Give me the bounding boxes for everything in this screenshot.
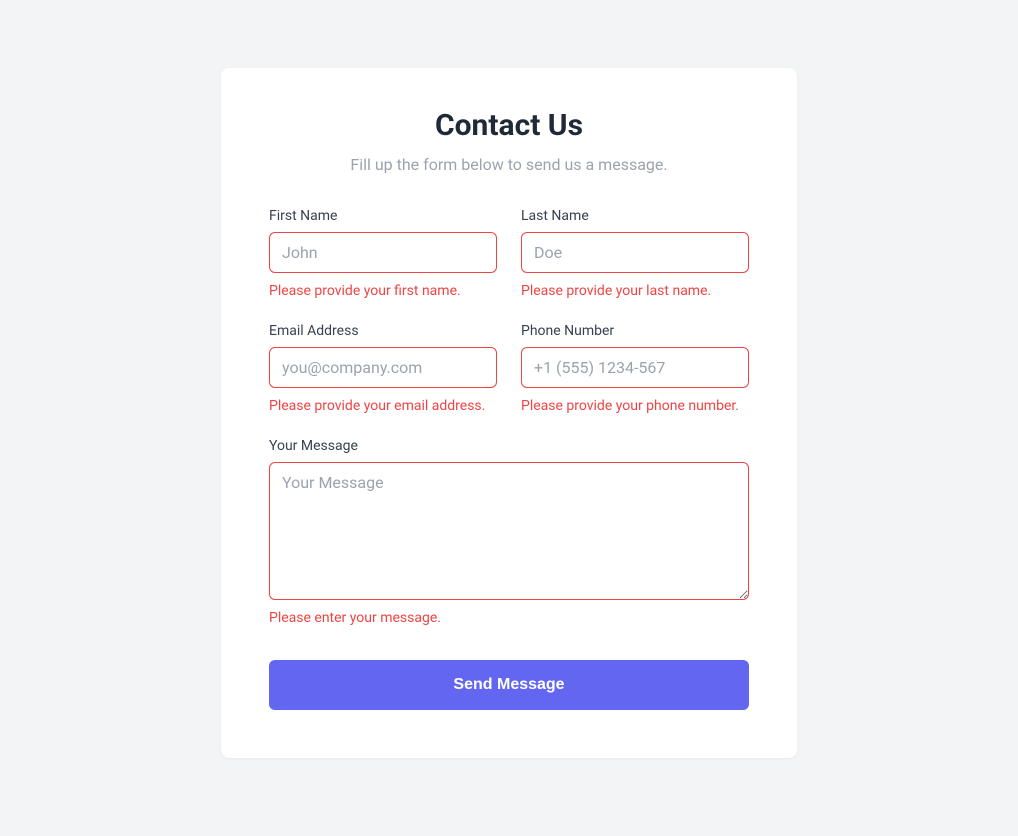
phone-input[interactable] — [521, 347, 749, 388]
email-field-group: Email Address Please provide your email … — [269, 323, 497, 414]
message-textarea[interactable] — [269, 462, 749, 600]
send-message-button[interactable]: Send Message — [269, 660, 749, 710]
last-name-error: Please provide your last name. — [521, 283, 749, 299]
page-subtitle: Fill up the form below to send us a mess… — [269, 155, 749, 174]
name-row: First Name Please provide your first nam… — [269, 208, 749, 323]
phone-field-group: Phone Number Please provide your phone n… — [521, 323, 749, 414]
message-field-group: Your Message Please enter your message. — [269, 438, 749, 626]
last-name-field-group: Last Name Please provide your last name. — [521, 208, 749, 299]
page-title: Contact Us — [269, 108, 749, 143]
last-name-input[interactable] — [521, 232, 749, 273]
first-name-error: Please provide your first name. — [269, 283, 497, 299]
last-name-label: Last Name — [521, 208, 749, 224]
first-name-label: First Name — [269, 208, 497, 224]
first-name-field-group: First Name Please provide your first nam… — [269, 208, 497, 299]
message-label: Your Message — [269, 438, 749, 454]
phone-error: Please provide your phone number. — [521, 398, 749, 414]
contact-row: Email Address Please provide your email … — [269, 323, 749, 438]
email-label: Email Address — [269, 323, 497, 339]
contact-card: Contact Us Fill up the form below to sen… — [221, 68, 797, 758]
phone-label: Phone Number — [521, 323, 749, 339]
first-name-input[interactable] — [269, 232, 497, 273]
email-input[interactable] — [269, 347, 497, 388]
email-error: Please provide your email address. — [269, 398, 497, 414]
message-error: Please enter your message. — [269, 610, 749, 626]
